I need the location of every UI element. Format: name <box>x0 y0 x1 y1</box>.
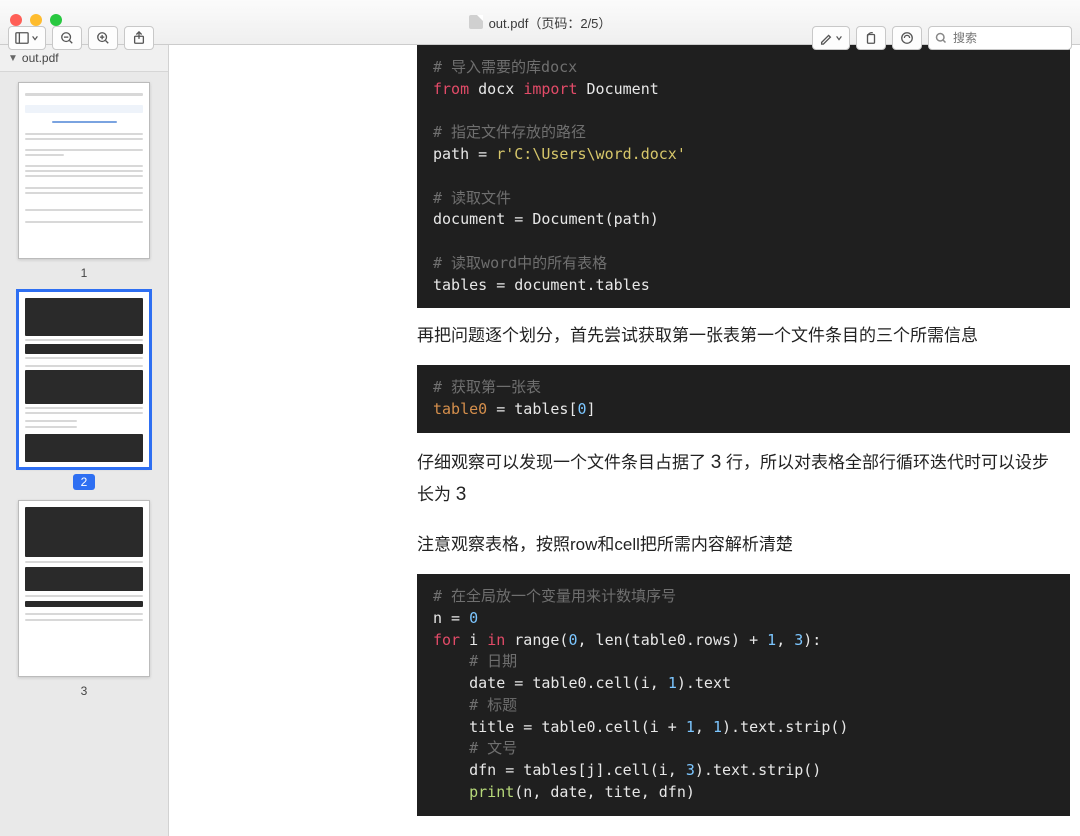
thumbnail-page-1[interactable]: 1 <box>18 82 150 281</box>
thumbnail-page-3[interactable]: 3 <box>18 500 150 699</box>
app-window: out.pdf（页码：2/5） <box>0 0 1080 836</box>
zoom-out-button[interactable] <box>52 26 82 50</box>
thumbnail-image <box>18 500 150 677</box>
rotate-icon <box>864 31 878 45</box>
chevron-down-icon <box>835 34 843 42</box>
zoom-out-icon <box>60 31 74 45</box>
search-field[interactable] <box>928 26 1072 50</box>
page-number-label: 1 <box>73 265 95 281</box>
highlight-button[interactable] <box>892 26 922 50</box>
zoom-in-icon <box>96 31 110 45</box>
thumbnail-image <box>18 82 150 259</box>
code-block-2: # 获取第一张表 table0 = tables[0] <box>417 365 1070 433</box>
page-number-label: 3 <box>73 683 95 699</box>
share-icon <box>132 31 146 45</box>
thumbnail-image <box>18 291 150 468</box>
code-block-3: # 在全局放一个变量用来计数填序号 n = 0 for i in range(0… <box>417 574 1070 816</box>
thumbnails-sidebar: ▼ out.pdf 1 <box>0 45 169 836</box>
titlebar: out.pdf（页码：2/5） <box>0 0 1080 45</box>
toolbar <box>0 22 1080 54</box>
sidebar-icon <box>15 31 29 45</box>
sidebar-toggle-button[interactable] <box>8 26 46 50</box>
markup-button[interactable] <box>812 26 850 50</box>
zoom-in-button[interactable] <box>88 26 118 50</box>
chevron-down-icon <box>31 34 39 42</box>
code-block-1: # 导入需要的库docx from docx import Document #… <box>417 45 1070 308</box>
pencil-icon <box>819 31 833 45</box>
thumbnails-list: 1 2 <box>0 72 168 836</box>
paragraph: 仔细观察可以发现一个文件条目占据了 3 行，所以对表格全部行循环迭代时可以设步长… <box>417 433 1050 526</box>
paragraph: 再把问题逐个划分，首先尝试获取第一张表第一个文件条目的三个所需信息 <box>417 308 1050 365</box>
page-2: # 导入需要的库docx from docx import Document #… <box>169 45 1080 836</box>
body: ▼ out.pdf 1 <box>0 45 1080 836</box>
pdf-content-area[interactable]: # 导入需要的库docx from docx import Document #… <box>169 45 1080 836</box>
disclosure-triangle-icon: ▼ <box>8 53 18 64</box>
markup-icon <box>900 31 914 45</box>
magnifying-glass-icon <box>935 32 947 44</box>
share-button[interactable] <box>124 26 154 50</box>
search-input[interactable] <box>951 30 1055 46</box>
rotate-button[interactable] <box>856 26 886 50</box>
paragraph: 注意观察表格，按照row和cell把所需内容解析清楚 <box>417 525 1050 574</box>
paragraph: 接下来需要解决的是，时间我们获取的是 2/1 这种 日/月 的形式。我们需要转化… <box>417 816 1050 836</box>
thumbnail-page-2[interactable]: 2 <box>18 291 150 490</box>
page-number-label: 2 <box>73 474 95 490</box>
